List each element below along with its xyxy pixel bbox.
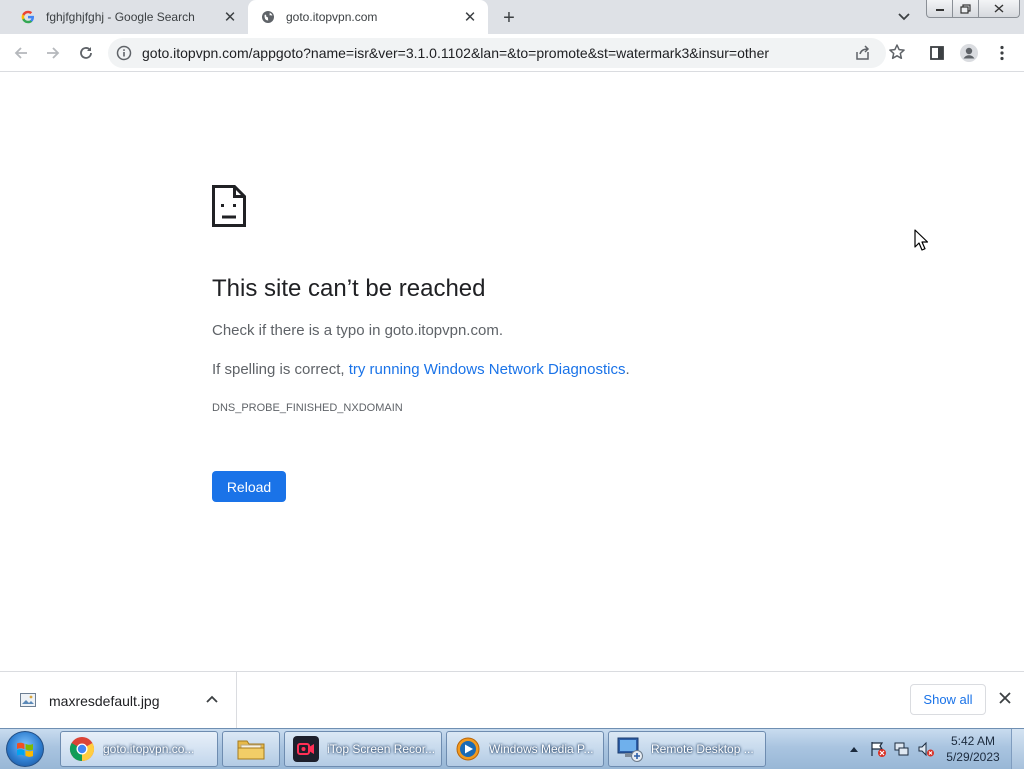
volume-muted-icon[interactable]: [916, 739, 936, 759]
action-center-icon[interactable]: [868, 739, 888, 759]
forward-arrow-icon: [47, 47, 60, 59]
share-icon[interactable]: [854, 44, 872, 62]
folder-icon: [236, 734, 266, 764]
close-icon: [994, 4, 1004, 13]
google-icon: [20, 9, 36, 25]
taskbar: goto.itopvpn.co... iTop Screen Recor...: [0, 728, 1024, 769]
error-code: DNS_PROBE_FINISHED_NXDOMAIN: [212, 402, 403, 414]
windows-logo-icon: [17, 742, 33, 757]
taskbar-item-itop-recorder[interactable]: iTop Screen Recor...: [284, 731, 442, 767]
tab-google-search[interactable]: fghjfghjfghj - Google Search ✕: [8, 0, 248, 34]
taskbar-item-media-player[interactable]: Windows Media P...: [446, 731, 604, 767]
network-icon[interactable]: [892, 739, 912, 759]
tab-title: goto.itopvpn.com: [286, 10, 378, 24]
page-content: This site can’t be reached Check if ther…: [0, 72, 1024, 671]
chrome-icon: [67, 734, 97, 764]
download-shelf: maxresdefault.jpg Show all: [0, 671, 1024, 729]
more-vert-icon: [1000, 45, 1004, 61]
download-filename: maxresdefault.jpg: [49, 693, 160, 709]
back-button[interactable]: [8, 40, 34, 66]
spelling-hint: If spelling is correct, try running Wind…: [212, 361, 630, 378]
chevron-up-icon[interactable]: [205, 693, 219, 707]
tab-title: fghjfghjfghj - Google Search: [46, 10, 195, 24]
window-controls: [926, 0, 1020, 18]
close-icon[interactable]: ✕: [218, 5, 242, 29]
url-text[interactable]: goto.itopvpn.com/appgoto?name=isr&ver=3.…: [142, 45, 769, 61]
minimize-icon: [935, 8, 944, 11]
taskbar-item-label: Remote Desktop ...: [651, 742, 754, 756]
menu-button[interactable]: [989, 40, 1015, 66]
spelling-hint-suffix: .: [625, 361, 630, 378]
side-panel-button[interactable]: [924, 40, 950, 66]
show-desktop-button[interactable]: [1011, 729, 1024, 769]
taskbar-item-chrome[interactable]: goto.itopvpn.co...: [60, 731, 218, 767]
address-bar[interactable]: goto.itopvpn.com/appgoto?name=isr&ver=3.…: [108, 38, 905, 68]
download-item[interactable]: maxresdefault.jpg: [0, 672, 237, 729]
bookmark-star-icon[interactable]: [888, 43, 906, 61]
side-panel-icon: [930, 46, 944, 60]
reload-button[interactable]: Reload: [212, 471, 286, 502]
close-icon[interactable]: [998, 691, 1012, 705]
taskbar-item-label: iTop Screen Recor...: [327, 742, 436, 756]
new-tab-button[interactable]: +: [496, 5, 522, 31]
close-icon[interactable]: ✕: [458, 5, 482, 29]
tab-strip: fghjfghjfghj - Google Search ✕ goto.itop…: [0, 0, 1024, 34]
toolbar: goto.itopvpn.com/appgoto?name=isr&ver=3.…: [0, 34, 1024, 72]
show-hidden-icons-button[interactable]: [844, 739, 864, 759]
taskbar-item-label: Windows Media P...: [489, 742, 594, 756]
profile-button[interactable]: [956, 40, 982, 66]
restore-icon: [960, 3, 971, 14]
remote-desktop-icon: [615, 734, 645, 764]
chevron-down-icon: [898, 13, 910, 21]
triangle-up-icon: [850, 747, 858, 752]
clock-time: 5:42 AM: [950, 734, 996, 748]
refresh-icon: [80, 47, 92, 59]
error-heading: This site can’t be reached: [212, 275, 486, 302]
minimize-button[interactable]: [926, 0, 953, 18]
image-file-icon: [20, 693, 36, 707]
taskbar-item-remote-desktop[interactable]: Remote Desktop ...: [608, 731, 766, 767]
mouse-cursor-icon: [914, 229, 928, 251]
taskbar-item-label: goto.itopvpn.co...: [103, 742, 195, 756]
network-diagnostics-link[interactable]: try running Windows Network Diagnostics: [349, 361, 626, 378]
refresh-button[interactable]: [73, 40, 99, 66]
show-all-button[interactable]: Show all: [910, 684, 986, 715]
clock-date: 5/29/2023: [946, 750, 1000, 764]
tab-itopvpn[interactable]: goto.itopvpn.com ✕: [248, 0, 488, 34]
media-player-icon: [453, 734, 483, 764]
globe-icon: [260, 9, 276, 25]
recorder-icon: [291, 734, 321, 764]
system-tray: [844, 729, 940, 769]
sad-document-icon: [212, 185, 246, 227]
back-arrow-icon: [14, 47, 27, 59]
window-close-button[interactable]: [978, 0, 1020, 18]
spelling-hint-prefix: If spelling is correct,: [212, 361, 349, 378]
info-icon[interactable]: [116, 45, 132, 61]
typo-hint: Check if there is a typo in goto.itopvpn…: [212, 322, 503, 339]
profile-avatar-icon: [960, 44, 978, 62]
tab-search-button[interactable]: [892, 6, 916, 28]
system-clock[interactable]: 5:42 AM 5/29/2023: [940, 733, 1006, 765]
forward-button[interactable]: [40, 40, 66, 66]
restore-button[interactable]: [952, 0, 979, 18]
start-button[interactable]: [6, 731, 44, 767]
taskbar-item-explorer[interactable]: [222, 731, 280, 767]
